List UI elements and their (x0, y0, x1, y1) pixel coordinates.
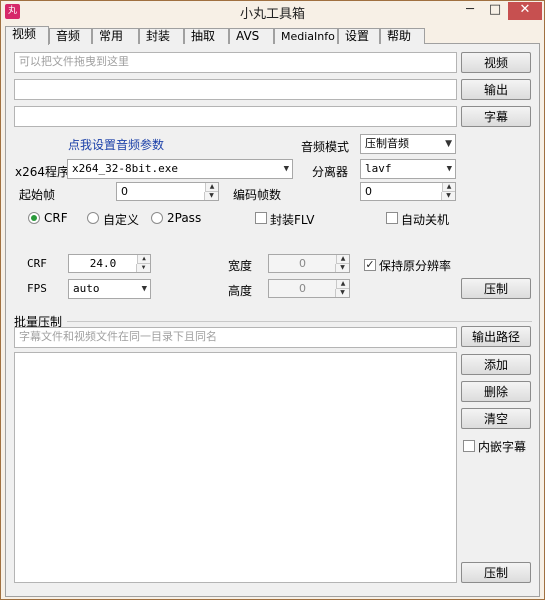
height-label: 高度 (228, 284, 253, 298)
chevron-down-icon: ▼ (446, 164, 452, 174)
crf-value: 24.0 (89, 257, 117, 270)
radio-crf-label: CRF (44, 211, 68, 225)
radio-2pass[interactable] (151, 212, 163, 224)
auto-shutdown-label: 自动关机 (401, 213, 450, 227)
tab-video[interactable]: 视频 (5, 26, 49, 45)
audio-settings-link[interactable]: 点我设置音频参数 (68, 136, 164, 153)
chevron-down-icon: ▼ (141, 284, 147, 294)
spin-down-icon[interactable]: ▼ (204, 191, 218, 200)
batch-file-list[interactable] (14, 352, 457, 583)
chevron-down-icon: ▼ (283, 164, 289, 174)
start-frame-spinner[interactable]: 0 ▲ ▼ (116, 182, 219, 201)
batch-hint-field[interactable]: 字幕文件和视频文件在同一目录下且同名 (14, 327, 457, 348)
encode-frames-label: 编码帧数 (233, 188, 282, 202)
embed-subtitle-label: 内嵌字幕 (478, 440, 527, 454)
height-spinner[interactable]: 0 ▲ ▼ (268, 279, 350, 298)
radio-2pass-label: 2Pass (167, 211, 202, 225)
fps-select[interactable]: auto ▼ (68, 279, 151, 299)
audio-mode-select[interactable]: 压制音频 ▼ (360, 134, 456, 154)
spin-down-icon[interactable]: ▼ (136, 263, 150, 272)
encode-frames-spinner[interactable]: 0 ▲ ▼ (360, 182, 456, 201)
keep-resolution-checkbox[interactable]: ✓ (364, 259, 376, 271)
width-label: 宽度 (228, 259, 253, 273)
spin-down-icon[interactable]: ▼ (335, 288, 349, 297)
spin-up-icon[interactable]: ▲ (442, 183, 455, 192)
subtitle-file-input[interactable] (14, 106, 457, 127)
splitter-label: 分离器 (312, 165, 349, 179)
start-frame-label: 起始帧 (19, 188, 56, 202)
keep-resolution-label: 保持原分辨率 (379, 259, 452, 273)
crf-label: CRF (27, 257, 47, 270)
audio-mode-label: 音频模式 (301, 140, 350, 154)
width-value: 0 (299, 257, 306, 270)
title-bar[interactable]: 丸 小丸工具箱 ─ □ ✕ (1, 1, 544, 23)
radio-custom[interactable] (87, 212, 99, 224)
spin-up-icon[interactable]: ▲ (336, 255, 349, 264)
output-button[interactable]: 输出 (461, 79, 531, 100)
tab-settings[interactable]: 设置 (338, 28, 380, 44)
add-button[interactable]: 添加 (461, 354, 531, 375)
x264-value: x264_32-8bit.exe (72, 162, 178, 175)
subtitle-button[interactable]: 字幕 (461, 106, 531, 127)
tab-mediainfo[interactable]: MediaInfo (274, 28, 338, 44)
output-file-input[interactable] (14, 79, 457, 100)
radio-crf[interactable] (28, 212, 40, 224)
chevron-down-icon: ▼ (445, 139, 452, 149)
tab-help[interactable]: 帮助 (380, 28, 425, 44)
spin-up-icon[interactable]: ▲ (205, 183, 218, 192)
output-path-button[interactable]: 输出路径 (461, 326, 531, 347)
video-file-input[interactable]: 可以把文件拖曳到这里 (14, 52, 457, 73)
mux-flv-label: 封装FLV (270, 213, 315, 227)
auto-shutdown-checkbox[interactable] (386, 212, 398, 224)
tab-extract[interactable]: 抽取 (184, 28, 229, 44)
tab-audio[interactable]: 音频 (49, 28, 92, 44)
video-button[interactable]: 视频 (461, 52, 531, 73)
audio-mode-value: 压制音频 (365, 137, 409, 150)
clear-button[interactable]: 清空 (461, 408, 531, 429)
batch-group-divider (67, 321, 532, 322)
encode-frames-value: 0 (365, 185, 372, 198)
spin-down-icon[interactable]: ▼ (335, 263, 349, 272)
x264-select[interactable]: x264_32-8bit.exe ▼ (67, 159, 293, 179)
close-button[interactable]: ✕ (508, 2, 542, 20)
width-spinner[interactable]: 0 ▲ ▼ (268, 254, 350, 273)
mux-flv-checkbox[interactable] (255, 212, 267, 224)
spin-up-icon[interactable]: ▲ (137, 255, 150, 264)
batch-compress-button[interactable]: 压制 (461, 562, 531, 583)
spin-up-icon[interactable]: ▲ (336, 280, 349, 289)
delete-button[interactable]: 删除 (461, 381, 531, 402)
radio-custom-label: 自定义 (103, 213, 140, 227)
start-frame-value: 0 (121, 185, 128, 198)
tab-common[interactable]: 常用 (92, 28, 139, 44)
height-value: 0 (299, 282, 306, 295)
embed-subtitle-checkbox[interactable] (463, 440, 475, 452)
maximize-button[interactable]: □ (483, 2, 507, 20)
crf-spinner[interactable]: 24.0 ▲ ▼ (68, 254, 151, 273)
minimize-button[interactable]: ─ (458, 2, 482, 20)
tab-mux[interactable]: 封装 (139, 28, 184, 44)
spin-down-icon[interactable]: ▼ (441, 191, 455, 200)
compress-button[interactable]: 压制 (461, 278, 531, 299)
fps-label: FPS (27, 282, 47, 295)
app-window: 丸 小丸工具箱 ─ □ ✕ 视频 音频 常用 封装 抽取 AVS MediaIn… (0, 0, 545, 600)
splitter-value: lavf (365, 162, 392, 175)
fps-value: auto (73, 282, 100, 295)
x264-label: x264程序 (15, 165, 70, 179)
splitter-select[interactable]: lavf ▼ (360, 159, 456, 179)
tab-avs[interactable]: AVS (229, 28, 274, 44)
